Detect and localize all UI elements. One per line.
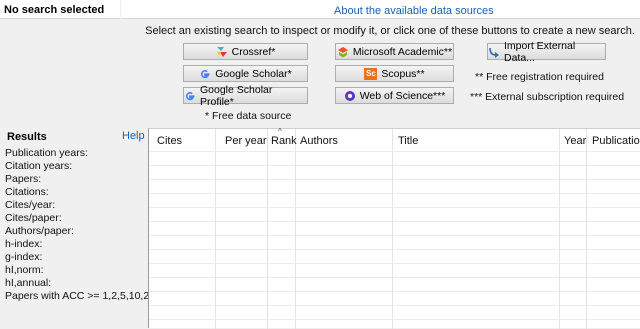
instructions-text: Select an existing search to inspect or … xyxy=(145,25,635,37)
stat-papers: Papers: xyxy=(5,173,42,185)
column-header-cites[interactable]: Cites xyxy=(157,135,182,147)
results-title: Results xyxy=(7,131,47,143)
row-divider xyxy=(149,235,640,236)
selection-title: No search selected xyxy=(4,4,105,16)
google-g-icon xyxy=(184,90,196,102)
column-header-title[interactable]: Title xyxy=(398,135,418,147)
sort-ascending-icon: ^ xyxy=(278,127,282,136)
column-header-year[interactable]: Year xyxy=(564,135,586,147)
import-external-data-button[interactable]: Import External Data... xyxy=(487,40,606,64)
google-scholar-profile-button[interactable]: Google Scholar Profile* xyxy=(183,84,308,108)
column-divider xyxy=(392,129,393,329)
row-divider xyxy=(149,179,640,180)
column-header-authors[interactable]: Authors xyxy=(300,135,338,147)
stat-cites-per-paper: Cites/paper: xyxy=(5,212,62,224)
row-divider xyxy=(149,319,640,320)
stat-cites-per-year: Cites/year: xyxy=(5,199,56,211)
import-external-label: Import External Data... xyxy=(504,39,576,64)
column-divider xyxy=(559,129,560,329)
stat-h-index: h-index: xyxy=(5,238,43,250)
row-divider xyxy=(149,263,640,264)
search-title-cell: No search selected xyxy=(0,0,120,19)
web-of-science-label: Web of Science*** xyxy=(359,89,446,102)
microsoft-academic-label: Microsoft Academic** xyxy=(352,45,453,58)
stat-citations: Citations: xyxy=(5,186,49,198)
scopus-button[interactable]: Sc Scopus** xyxy=(335,65,454,82)
column-header-publication[interactable]: Publication xyxy=(592,135,640,147)
row-divider xyxy=(149,193,640,194)
google-g-icon xyxy=(199,68,211,80)
crossref-logo-icon xyxy=(216,46,228,58)
row-divider xyxy=(149,207,640,208)
column-divider xyxy=(267,129,268,329)
crossref-button[interactable]: Crossref* xyxy=(183,43,308,60)
stat-authors-per-paper: Authors/paper: xyxy=(5,225,74,237)
column-divider xyxy=(215,129,216,329)
column-header-per-year[interactable]: Per year xyxy=(225,135,267,147)
web-of-science-icon xyxy=(344,90,356,102)
microsoft-academic-button[interactable]: Microsoft Academic** xyxy=(335,43,454,60)
scopus-label: Scopus** xyxy=(381,67,425,80)
google-scholar-label: Google Scholar* xyxy=(215,67,292,80)
row-divider xyxy=(149,151,640,152)
stat-hi-norm: hI,norm: xyxy=(5,264,44,276)
row-divider xyxy=(149,221,640,222)
scopus-icon: Sc xyxy=(364,67,378,80)
row-divider xyxy=(149,249,640,250)
free-data-source-note: * Free data source xyxy=(205,110,292,122)
microsoft-academic-icon xyxy=(337,46,349,58)
results-table[interactable]: Cites Per year Rank ^ Authors Title Year… xyxy=(148,127,640,329)
free-registration-note: ** Free registration required xyxy=(475,71,604,83)
google-scholar-profile-label: Google Scholar Profile* xyxy=(200,83,273,108)
stat-papers-with-acc: Papers with ACC >= 1,2,5,10,20: xyxy=(5,290,158,302)
row-divider xyxy=(149,277,640,278)
google-scholar-button[interactable]: Google Scholar* xyxy=(183,65,308,82)
import-arrow-icon xyxy=(488,46,500,58)
help-link[interactable]: Help xyxy=(122,130,145,142)
about-data-sources-link[interactable]: About the available data sources xyxy=(334,5,494,17)
stat-citation-years: Citation years: xyxy=(5,160,73,172)
crossref-label: Crossref* xyxy=(231,45,276,58)
web-of-science-button[interactable]: Web of Science*** xyxy=(335,87,454,104)
row-divider xyxy=(149,291,640,292)
stat-g-index: g-index: xyxy=(5,251,43,263)
column-divider xyxy=(586,129,587,329)
column-divider xyxy=(295,129,296,329)
row-divider xyxy=(149,305,640,306)
external-subscription-note: *** External subscription required xyxy=(470,91,625,103)
stat-publication-years: Publication years: xyxy=(5,147,88,159)
row-divider xyxy=(149,165,640,166)
stat-hi-annual: hI,annual: xyxy=(5,277,52,289)
column-header-rank[interactable]: Rank xyxy=(271,135,297,147)
